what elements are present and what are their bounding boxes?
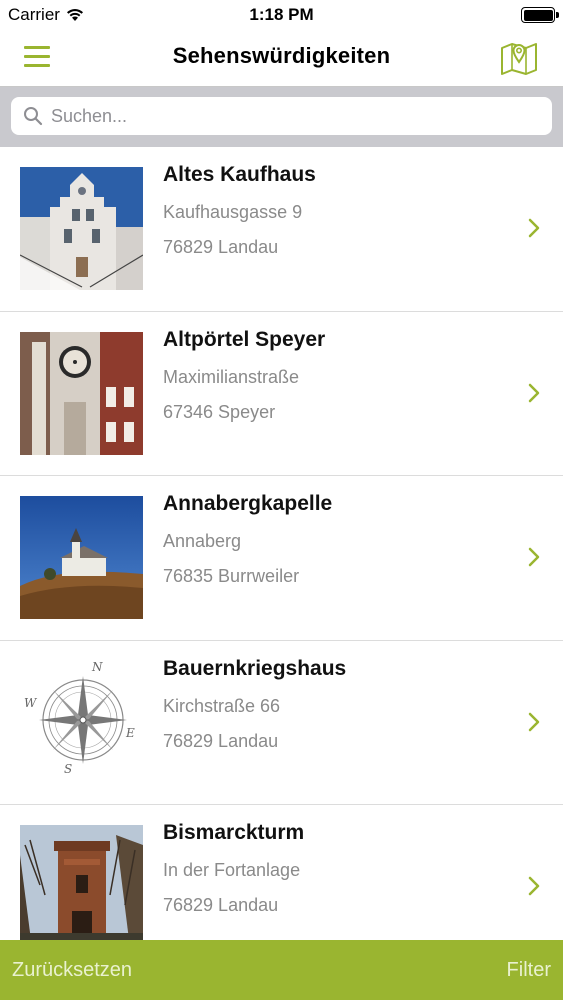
chevron-right-icon: [528, 547, 540, 567]
thumbnail-image: [20, 825, 143, 940]
search-icon: [24, 107, 43, 126]
compass-letter-e: E: [125, 726, 135, 740]
chevron-right-icon: [528, 876, 540, 896]
thumbnail-image: [20, 496, 143, 619]
bottom-toolbar: Zurücksetzen Filter: [0, 940, 563, 1000]
battery-icon: [521, 7, 559, 23]
compass-letter-n: N: [91, 661, 103, 674]
chevron-right-icon: [528, 218, 540, 238]
list-item-bauernkriegshaus[interactable]: N E S W Bauernkriegshaus Kirchstraße 66 …: [0, 641, 563, 805]
search-input[interactable]: [51, 105, 531, 127]
list-item-bismarckturm[interactable]: Bismarckturm In der Fortanlage 76829 Lan…: [0, 805, 563, 940]
reset-button[interactable]: Zurücksetzen: [12, 959, 132, 982]
list-item-altpoertel-speyer[interactable]: Altpörtel Speyer Maximilianstraße 67346 …: [0, 312, 563, 476]
thumbnail-image: [20, 331, 143, 455]
filter-button[interactable]: Filter: [507, 959, 551, 982]
item-street: In der Fortanlage: [163, 860, 301, 880]
search-bar: [0, 87, 563, 147]
map-pin-icon[interactable]: [499, 38, 539, 76]
item-title: Bauernkriegshaus: [163, 656, 347, 680]
navigation-bar: Sehenswürdigkeiten: [0, 30, 563, 87]
page-title: Sehenswürdigkeiten: [172, 43, 391, 68]
search-field[interactable]: [11, 97, 552, 135]
item-city: 76835 Burrweiler: [163, 566, 300, 586]
chevron-right-icon: [528, 712, 540, 731]
compass-letter-s: S: [64, 762, 72, 776]
sights-list: Altes Kaufhaus Kaufhausgasse 9 76829 Lan…: [0, 147, 563, 940]
item-street: Kaufhausgasse 9: [163, 202, 303, 222]
compass-letter-w: W: [24, 696, 38, 710]
item-street: Annaberg: [163, 531, 242, 551]
item-city: 76829 Landau: [163, 895, 279, 915]
list-item-annabergkapelle[interactable]: Annabergkapelle Annaberg 76835 Burrweile…: [0, 476, 563, 641]
item-title: Altes Kaufhaus: [163, 163, 316, 186]
item-city: 76829 Landau: [163, 730, 279, 751]
item-street: Kirchstraße 66: [163, 695, 281, 716]
item-title: Altpörtel Speyer: [163, 327, 326, 351]
status-bar: Carrier 1:18 PM: [0, 0, 563, 30]
item-city: 76829 Landau: [163, 237, 279, 257]
compass-placeholder-icon: N E S W: [20, 660, 143, 784]
item-title: Bismarckturm: [163, 821, 305, 844]
item-title: Annabergkapelle: [163, 492, 333, 515]
item-city: 67346 Speyer: [163, 401, 276, 422]
thumbnail-image: [20, 167, 143, 290]
list-item-altes-kaufhaus[interactable]: Altes Kaufhaus Kaufhausgasse 9 76829 Lan…: [0, 147, 563, 312]
status-time: 1:18 PM: [249, 5, 314, 24]
chevron-right-icon: [528, 383, 540, 402]
item-street: Maximilianstraße: [163, 366, 300, 387]
